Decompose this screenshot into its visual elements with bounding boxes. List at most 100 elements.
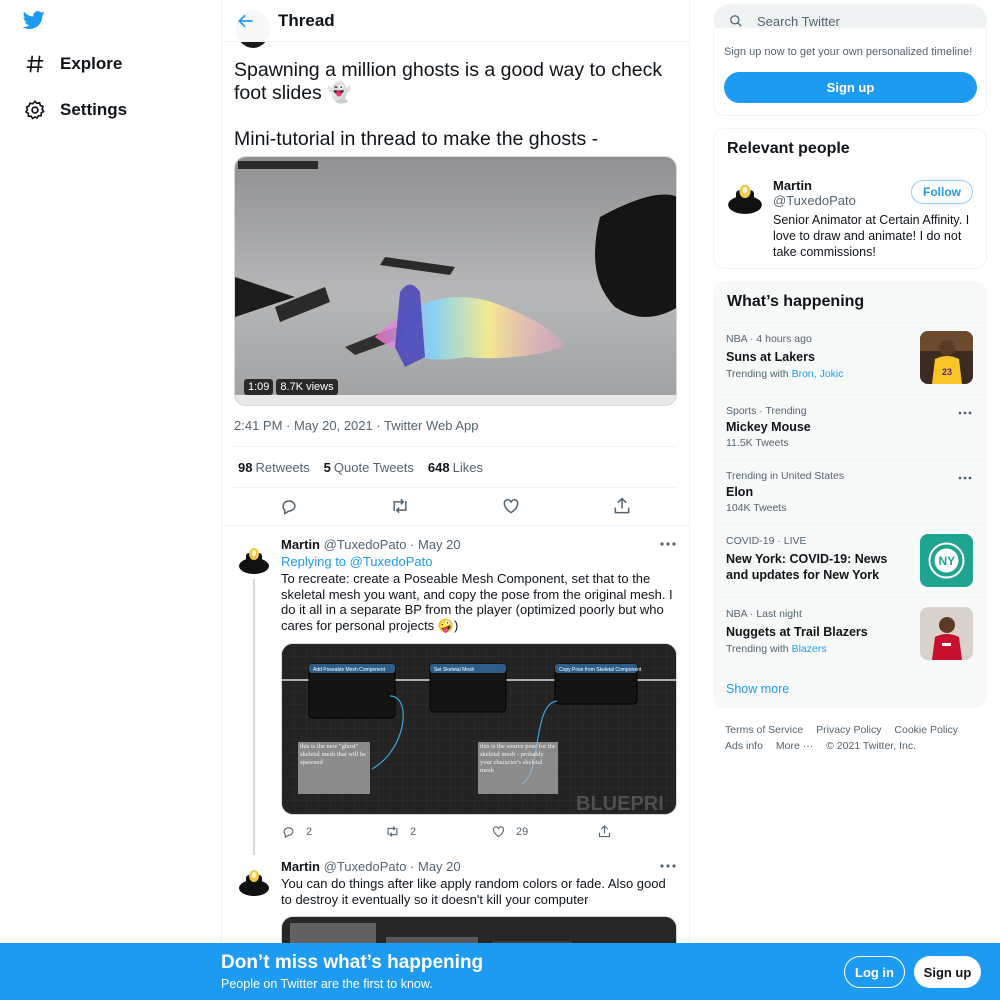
video-duration: 1:09	[244, 379, 274, 395]
quote-tweets-stat[interactable]: 5 Quote Tweets	[324, 460, 414, 475]
follow-button[interactable]: Follow	[911, 180, 973, 204]
nav-settings[interactable]: Settings	[24, 99, 127, 121]
person-name[interactable]: Martin	[773, 178, 812, 193]
trend-subtext: 11.5K Tweets	[726, 437, 789, 449]
more-options-icon[interactable]	[659, 859, 677, 873]
right-sidebar: Sign up now to get your own personalized…	[713, 0, 987, 1000]
nav-explore-label: Explore	[60, 54, 123, 73]
whats-happening-title: What’s happening	[727, 293, 865, 310]
relevant-people-title: Relevant people	[727, 140, 850, 157]
tweet-text: Spawning a million ghosts is a good way …	[234, 59, 674, 151]
divider	[234, 487, 677, 488]
trend-category: COVID-19 · LIVE	[726, 535, 807, 547]
reply-header: Martin @TuxedoPato · May 20	[281, 537, 461, 552]
main-column: Thread Spawning a million ghosts is a go…	[221, 0, 690, 1000]
svg-text:NY: NY	[939, 554, 956, 568]
blueprint-image[interactable]: Add Poseable Mesh Component Set Skeletal…	[281, 643, 677, 815]
trend-name: Mickey Mouse	[726, 420, 811, 434]
reply-handle-date[interactable]: @TuxedoPato · May 20	[324, 537, 461, 552]
terms-link[interactable]: Terms of Service	[725, 724, 803, 736]
banner-signup-button[interactable]: Sign up	[914, 956, 981, 988]
trend-category: NBA · Last night	[726, 608, 802, 620]
reply-author-name[interactable]: Martin	[281, 859, 320, 874]
retweet-icon[interactable]	[390, 496, 410, 516]
share-icon[interactable]	[612, 496, 632, 516]
reply-icon[interactable]	[279, 496, 299, 516]
sidebar-signup-button[interactable]: Sign up	[724, 72, 977, 103]
cookie-link[interactable]: Cookie Policy	[894, 724, 958, 736]
reply-icon	[283, 827, 294, 839]
trend-item[interactable]: NBA · Last night Nuggets at Trail Blazer…	[714, 597, 986, 670]
retweet-icon	[387, 826, 398, 837]
svg-text:Add Poseable Mesh Component: Add Poseable Mesh Component	[313, 667, 386, 673]
tweet-actions	[234, 496, 677, 516]
like-icon	[492, 826, 505, 838]
login-button[interactable]: Log in	[844, 956, 905, 988]
person-handle[interactable]: @TuxedoPato	[773, 193, 856, 208]
replying-to: Replying to @TuxedoPato	[281, 554, 433, 569]
tweet-text-line-2: Mini-tutorial in thread to make the ghos…	[234, 128, 599, 150]
reply-author-avatar[interactable]	[238, 865, 270, 897]
more-link[interactable]: More ···	[776, 740, 813, 752]
blazers-player-image	[920, 607, 973, 660]
nav-explore[interactable]: Explore	[24, 53, 122, 75]
hashtag-icon	[26, 55, 44, 73]
svg-text:Copy Pose from Skeletal Compon: Copy Pose from Skeletal Component	[559, 667, 642, 673]
tweet-stats: 98 Retweets 5 Quote Tweets 648 Likes	[238, 460, 483, 475]
svg-text:23: 23	[942, 367, 952, 377]
ads-info-link[interactable]: Ads info	[725, 740, 763, 752]
thread-connector-line	[253, 579, 255, 855]
svg-text:BLUEPRI: BLUEPRI	[576, 793, 664, 815]
person-avatar[interactable]	[727, 179, 763, 215]
back-arrow-icon[interactable]	[236, 11, 256, 31]
ny-badge-image: NY	[920, 534, 973, 587]
retweets-stat[interactable]: 98 Retweets	[238, 460, 310, 475]
show-more-link[interactable]: Show more	[726, 682, 789, 696]
tweet-text-line-1: Spawning a million ghosts is a good way …	[234, 59, 663, 104]
left-navigation: Explore Settings	[0, 0, 221, 1000]
video-thumbnail	[235, 157, 676, 405]
trend-name: Elon	[726, 485, 754, 499]
reply-reply-action[interactable]: 2	[281, 824, 385, 839]
privacy-link[interactable]: Privacy Policy	[816, 724, 881, 736]
reply-header: Martin @TuxedoPato · May 20	[281, 859, 461, 874]
signup-prompt: Sign up now to get your own personalized…	[724, 46, 973, 58]
blueprint-graph: Add Poseable Mesh Component Set Skeletal…	[282, 644, 676, 815]
nav-settings-label: Settings	[60, 100, 128, 119]
more-options-icon[interactable]	[659, 537, 677, 551]
signup-card: Sign up now to get your own personalized…	[713, 28, 987, 116]
reply-text: To recreate: create a Poseable Mesh Comp…	[281, 571, 673, 633]
video-views: 8.7K views	[276, 379, 338, 395]
trend-item[interactable]: Trending in United States Elon 104K Twee…	[714, 459, 986, 524]
trend-item[interactable]: Sports · Trending Mickey Mouse 11.5K Twe…	[714, 394, 986, 459]
trend-category: Trending in United States	[726, 470, 845, 482]
more-options-icon[interactable]	[957, 408, 973, 418]
reply-retweet-action[interactable]: 2	[385, 824, 491, 839]
reply-actions: 2 2 29	[281, 824, 612, 839]
like-icon[interactable]	[501, 496, 521, 516]
relevant-people-card: Relevant people Martin @TuxedoPato Follo…	[713, 128, 987, 269]
reply-like-action[interactable]: 29	[491, 824, 597, 839]
page-title: Thread	[278, 11, 335, 30]
reply-author-name[interactable]: Martin	[281, 537, 320, 552]
copyright: © 2021 Twitter, Inc.	[826, 740, 916, 752]
reply-share-action[interactable]	[597, 824, 612, 839]
trend-item[interactable]: COVID-19 · LIVE New York: COVID-19: News…	[714, 524, 986, 597]
tweet-video[interactable]: 1:09 8.7K views	[234, 156, 677, 406]
banner-subtitle: People on Twitter are the first to know.	[221, 977, 433, 991]
reply-text: You can do things after like apply rando…	[281, 876, 666, 907]
lakers-player-image: 23	[920, 331, 973, 384]
reply-author-avatar[interactable]	[238, 543, 270, 575]
likes-stat[interactable]: 648 Likes	[428, 460, 483, 475]
trend-name: Suns at Lakers	[726, 350, 815, 364]
whats-happening-card: What’s happening NBA · 4 hours ago Suns …	[713, 281, 987, 708]
trend-item[interactable]: NBA · 4 hours ago Suns at Lakers Trendin…	[714, 322, 986, 394]
replying-to-handle[interactable]: @TuxedoPato	[350, 554, 433, 569]
trend-subtext: Trending with Bron, Jokic	[726, 368, 844, 380]
twitter-logo-icon[interactable]	[22, 9, 46, 31]
more-options-icon[interactable]	[957, 473, 973, 483]
sidebar-footer: Terms of Service Privacy Policy Cookie P…	[725, 722, 975, 754]
divider	[222, 525, 689, 526]
tweet-timestamp[interactable]: 2:41 PM · May 20, 2021 · Twitter Web App	[234, 418, 478, 433]
reply-handle-date[interactable]: @TuxedoPato · May 20	[324, 859, 461, 874]
